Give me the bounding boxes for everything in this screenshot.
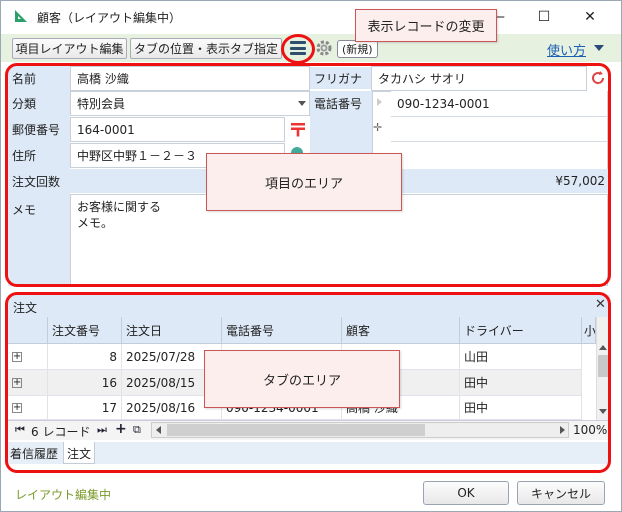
record-state-badge: (新規) [337,40,378,58]
ok-button[interactable]: OK [423,481,509,505]
chevron-down-icon[interactable] [594,45,604,51]
menu-icon[interactable] [289,39,307,57]
app-icon [15,10,27,22]
title-bar[interactable]: 顧客（レイアウト編集中） — ☐ ✕ [1,1,621,32]
callout-tab-area: タブのエリア [204,350,400,408]
gear-icon[interactable] [315,39,333,57]
window-title: 顧客（レイアウト編集中） [37,11,182,25]
callout-display-record-change: 表示レコードの変更 [355,9,497,42]
tab-position-button[interactable]: タブの位置・表示タブ指定 [130,38,282,59]
help-link[interactable]: 使い方 [547,40,586,59]
customer-window: 顧客（レイアウト編集中） — ☐ ✕ 項目レイアウト編集 タブの位置・表示タブ指… [0,0,622,512]
maximize-button[interactable]: ☐ [521,1,567,32]
cancel-button[interactable]: キャンセル [517,481,605,505]
item-layout-edit-button[interactable]: 項目レイアウト編集 [12,38,127,59]
layout-editing-status: レイアウト編集中 [15,488,112,502]
callout-item-area: 項目のエリア [206,153,402,211]
close-button[interactable]: ✕ [567,1,613,32]
